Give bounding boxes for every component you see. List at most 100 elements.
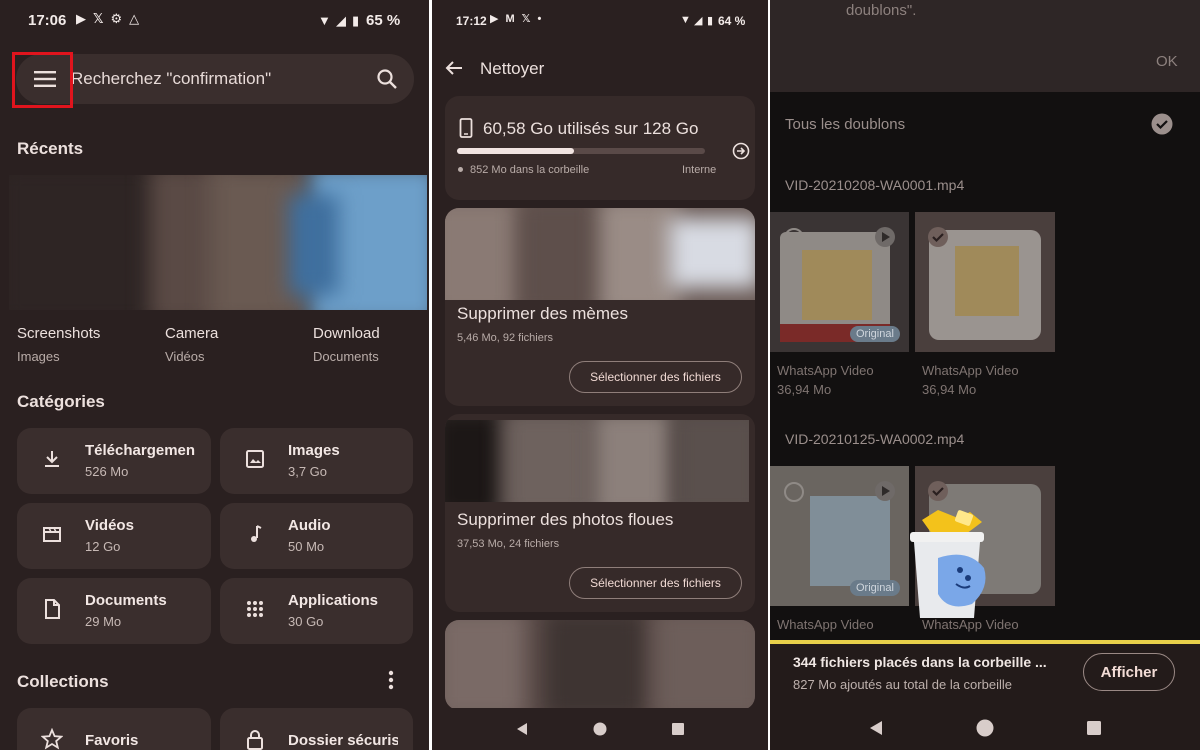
select-checkbox[interactable] (784, 228, 804, 248)
third-thumb-3 (655, 620, 755, 710)
menu-icon[interactable] (34, 70, 56, 88)
movie-icon (43, 527, 61, 542)
dot-icon: • (537, 13, 542, 25)
category-videos[interactable]: Vidéos 12 Go (17, 503, 211, 569)
snackbar: 344 fichiers placés dans la corbeille ..… (770, 644, 1200, 706)
category-name: Téléchargemen (85, 442, 195, 459)
duplicate-thumb-original[interactable]: Original (770, 466, 909, 606)
category-size: 29 Mo (85, 614, 122, 629)
group-filename: VID-20210125-WA0002.mp4 (785, 431, 965, 447)
item-size: 36,94 Mo (922, 382, 977, 397)
system-nav-bar (432, 708, 768, 750)
recent-type-screenshots: Images (17, 349, 60, 364)
recent-label-camera[interactable]: Camera (165, 325, 218, 342)
image-icon (246, 450, 264, 468)
all-duplicates-label: Tous les doublons (785, 116, 906, 133)
search-bar[interactable]: Recherchez "confirmation" (16, 54, 414, 104)
recent-label-download[interactable]: Download (313, 325, 380, 342)
selected-check-icon[interactable] (927, 226, 949, 248)
item-name: WhatsApp Video (922, 363, 1019, 378)
play-icon (875, 227, 895, 247)
more-vert-icon[interactable] (386, 669, 396, 691)
category-downloads[interactable]: Téléchargemen 526 Mo (17, 428, 211, 494)
wifi-icon: ▼ (318, 13, 331, 28)
nav-home-icon[interactable] (593, 722, 607, 736)
category-documents[interactable]: Documents 29 Mo (17, 578, 211, 644)
blurry-thumb-2 (503, 420, 593, 502)
back-arrow-icon[interactable] (445, 60, 463, 76)
category-images[interactable]: Images 3,7 Go (220, 428, 413, 494)
category-name: Vidéos (85, 517, 134, 534)
comic-image (955, 246, 1019, 316)
blurry-photos-card[interactable]: Supprimer des photos floues 37,53 Mo, 24… (445, 414, 755, 612)
storage-used-text: 60,58 Go utilisés sur 128 Go (483, 119, 699, 138)
meme-thumb-2 (519, 208, 609, 300)
categories-title: Catégories (17, 392, 105, 411)
snackbar-title: 344 fichiers placés dans la corbeille ..… (793, 654, 1047, 670)
recent-thumbnails[interactable] (9, 175, 427, 310)
nav-recents-icon[interactable] (671, 722, 685, 736)
nav-back-icon[interactable] (868, 720, 884, 736)
original-badge: Original (850, 326, 900, 342)
blurry-select-button[interactable]: Sélectionner des fichiers (569, 567, 742, 599)
notification-icons: ▶ 𝕏 ⚙ △ (76, 12, 139, 25)
blurry-thumb-1 (445, 420, 503, 502)
recent-thumb-screenshots (9, 175, 159, 310)
view-trash-button[interactable]: Afficher (1083, 653, 1175, 691)
selected-check-icon[interactable] (927, 480, 949, 502)
meme-thumb-1 (445, 208, 519, 300)
collections-title: Collections (17, 672, 109, 691)
duplicates-screen: doublons". OK Tous les doublons VID-2021… (770, 0, 1200, 750)
download-icon (45, 451, 59, 467)
collection-safe-folder[interactable]: Dossier sécuris (220, 708, 413, 750)
memes-thumbnails (445, 208, 755, 300)
page-title: Nettoyer (480, 59, 545, 78)
storage-card[interactable]: 60,58 Go utilisés sur 128 Go 852 Mo dans… (445, 96, 755, 200)
battery-icon: ▮ (707, 15, 714, 27)
select-all-check-icon[interactable] (1151, 113, 1173, 135)
third-card[interactable] (445, 620, 755, 710)
status-bar: 17:12 ▶ M 𝕏 • ▼ ◢ ▮ 64 % (432, 0, 768, 40)
ok-button[interactable]: OK (1156, 53, 1178, 70)
memes-card[interactable]: Supprimer des mèmes 5,46 Mo, 92 fichiers… (445, 208, 755, 406)
nav-recents-icon[interactable] (1086, 720, 1102, 736)
wifi-icon: ▼ (680, 14, 691, 26)
lock-icon (247, 730, 263, 750)
youtube-icon: ▶ (76, 11, 86, 26)
select-checkbox[interactable] (784, 482, 804, 502)
x-icon: 𝕏 (93, 11, 104, 26)
status-time: 17:06 (28, 12, 67, 29)
duplicate-thumb-original[interactable]: Original (770, 212, 909, 352)
nav-back-icon[interactable] (515, 722, 529, 736)
play-icon (875, 481, 895, 501)
dialog-text: doublons". (846, 2, 917, 19)
recent-label-screenshots[interactable]: Screenshots (17, 325, 100, 342)
search-input[interactable]: Recherchez "confirmation" (71, 69, 271, 89)
duplicate-thumb-copy[interactable] (915, 212, 1055, 352)
x-icon: 𝕏 (521, 13, 531, 25)
recents-title: Récents (17, 139, 84, 158)
category-name: Applications (288, 592, 379, 609)
blurry-title: Supprimer des photos floues (457, 510, 674, 529)
phone-icon (459, 118, 473, 138)
screen-image (810, 496, 890, 586)
notification-icons: ▶ M 𝕏 • (490, 14, 541, 25)
memes-select-button[interactable]: Sélectionner des fichiers (569, 361, 742, 393)
search-icon[interactable] (376, 68, 398, 90)
item-name: WhatsApp Video (777, 617, 874, 632)
collection-favorites[interactable]: Favoris (17, 708, 211, 750)
youtube-icon: ▶ (490, 13, 499, 25)
status-time: 17:12 (456, 14, 487, 28)
battery-level: 65 % (366, 12, 401, 29)
system-nav-bar (770, 706, 1200, 750)
settings-icon: ⚙ (110, 11, 123, 26)
third-card-thumbnails (445, 620, 755, 710)
nav-home-icon[interactable] (976, 719, 994, 737)
item-size: 36,94 Mo (777, 382, 832, 397)
meme-thumb-4 (669, 218, 755, 288)
arrow-forward-circle-icon[interactable] (732, 142, 750, 160)
category-audio[interactable]: Audio 50 Mo (220, 503, 413, 569)
star-icon (41, 728, 63, 750)
category-applications[interactable]: Applications 30 Go (220, 578, 413, 644)
collection-name: Dossier sécuris (288, 732, 398, 749)
